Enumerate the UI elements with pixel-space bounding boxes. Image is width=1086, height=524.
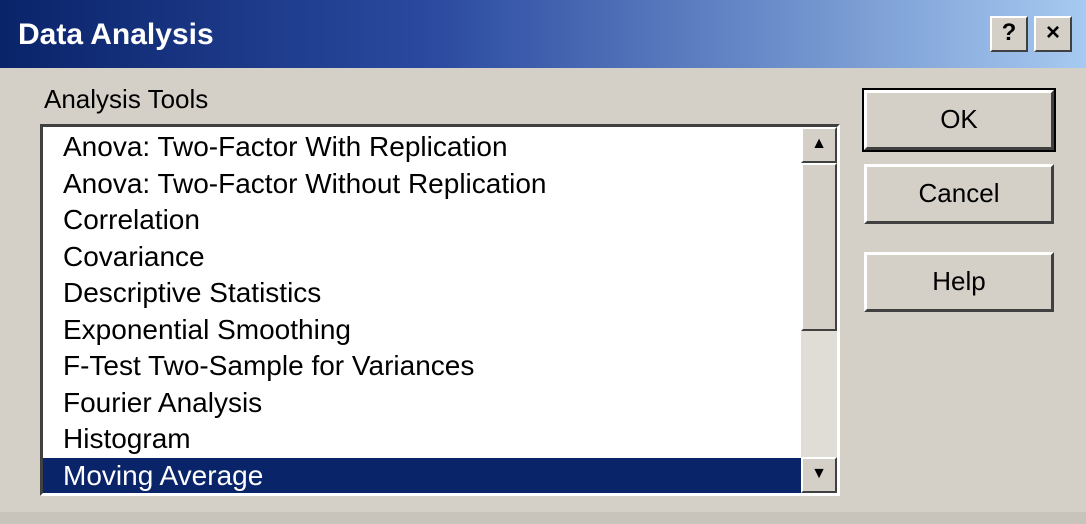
help-icon[interactable]: ? bbox=[990, 16, 1028, 52]
close-icon[interactable]: × bbox=[1034, 16, 1072, 52]
scroll-thumb[interactable] bbox=[801, 163, 837, 331]
list-item[interactable]: Anova: Two-Factor With Replication bbox=[43, 129, 801, 166]
vertical-scrollbar[interactable]: ▲ ▼ bbox=[801, 127, 837, 493]
list-item[interactable]: Fourier Analysis bbox=[43, 385, 801, 422]
cancel-button[interactable]: Cancel bbox=[864, 164, 1054, 224]
analysis-tools-label: Analysis Tools bbox=[44, 84, 209, 114]
list-item[interactable]: Covariance bbox=[43, 239, 801, 276]
scroll-down-icon[interactable]: ▼ bbox=[801, 457, 837, 493]
list-item[interactable]: Anova: Two-Factor Without Replication bbox=[43, 166, 801, 203]
analysis-tools-listbox[interactable]: Anova: Two-Factor With Replication Anova… bbox=[40, 124, 840, 496]
window-title: Data Analysis bbox=[18, 18, 214, 51]
title-bar[interactable]: Data Analysis ? × bbox=[0, 0, 1086, 68]
list-item[interactable]: Descriptive Statistics bbox=[43, 275, 801, 312]
help-button[interactable]: Help bbox=[864, 252, 1054, 312]
list-item[interactable]: Moving Average bbox=[43, 457, 801, 493]
list-item[interactable]: Histogram bbox=[43, 421, 801, 458]
data-analysis-dialog: Data Analysis ? × Analysis Tools Anova: … bbox=[0, 0, 1086, 524]
ok-button[interactable]: OK bbox=[862, 88, 1056, 152]
list-item[interactable]: F-Test Two-Sample for Variances bbox=[43, 348, 801, 385]
list-item[interactable]: Exponential Smoothing bbox=[43, 312, 801, 349]
scroll-up-icon[interactable]: ▲ bbox=[801, 127, 837, 163]
dialog-bottom-edge bbox=[0, 512, 1086, 524]
analysis-tools-list: Anova: Two-Factor With Replication Anova… bbox=[43, 129, 801, 493]
list-item[interactable]: Correlation bbox=[43, 202, 801, 239]
